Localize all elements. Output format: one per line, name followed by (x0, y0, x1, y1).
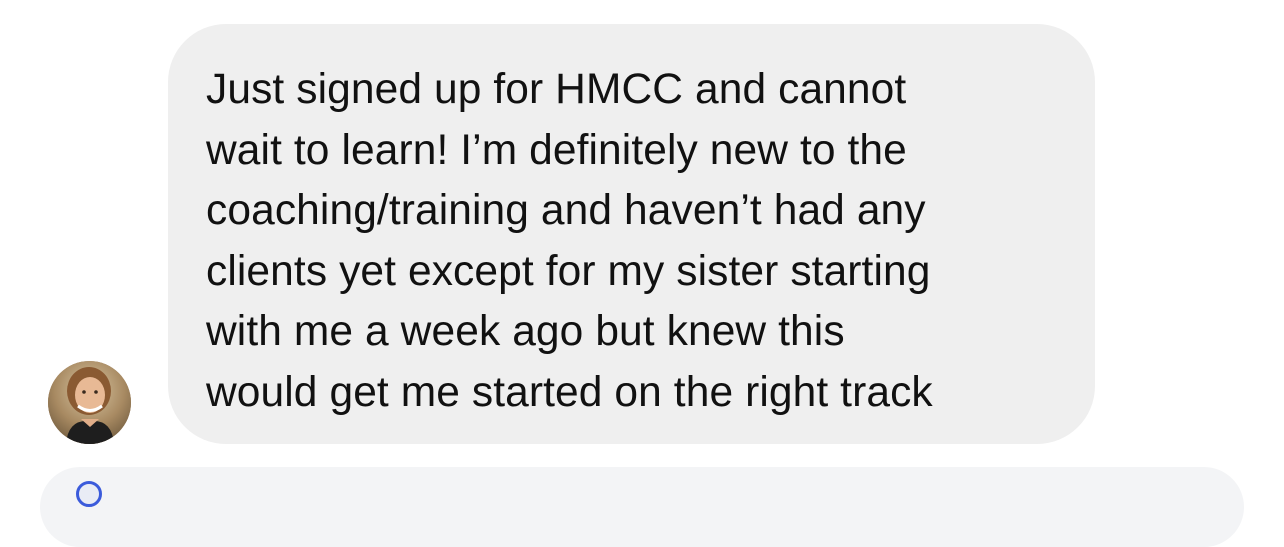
message-text-line: with me a week ago but knew this (206, 308, 845, 355)
profile-photo-icon (48, 361, 131, 444)
next-message-bubble[interactable] (40, 467, 1244, 547)
message-text-line: clients yet except for my sister startin… (206, 247, 931, 295)
message-text-line: would get me started on the right track (206, 368, 933, 416)
sender-avatar[interactable] (48, 361, 131, 444)
message-text-line: coaching/training and haven’t had any (206, 187, 926, 234)
message-bubble[interactable]: Just signed up for HMCC and cannot wait … (168, 24, 1095, 444)
message-thread: Just signed up for HMCC and cannot wait … (0, 0, 1284, 547)
message-text-line: Just signed up for HMCC and cannot (206, 66, 907, 113)
message-text-line: wait to learn! I’m definitely new to the (206, 126, 907, 174)
